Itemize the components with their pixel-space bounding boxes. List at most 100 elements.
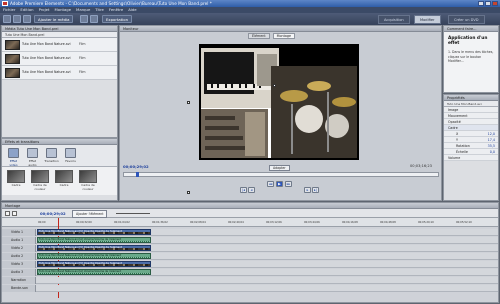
rewind-icon[interactable]: ◂◂ — [267, 181, 274, 187]
close-button[interactable] — [492, 1, 498, 6]
tab-capture[interactable]: Acquisition — [378, 15, 410, 24]
monitor-tabs: Élément Montage — [248, 33, 296, 39]
play-button[interactable]: ▶ — [276, 181, 283, 187]
property-label: Y — [456, 138, 459, 142]
tab-capture-label: Acquisition — [384, 18, 404, 22]
video-frame — [199, 44, 359, 160]
track-label: Vidéo 1 — [2, 229, 36, 236]
timeline-track[interactable]: Audio 3 Tuto Une Mon Band Nature.avi [A] … — [2, 269, 498, 276]
tab-timeline[interactable]: Montage — [272, 33, 296, 39]
track-label: Audio 1 — [2, 237, 36, 244]
playhead-indicator[interactable] — [136, 172, 139, 177]
timeline-current-time: 00;00;29;02 — [40, 211, 66, 216]
clip-label: Tuto Une Mon Band Nature.avi [A] Volume:… — [39, 238, 122, 241]
media-item[interactable]: Tuto Une Mon Band Nature.avi Film — [2, 38, 117, 52]
go-to-start-icon[interactable]: |◂ — [240, 187, 247, 193]
export-button[interactable]: Exportation — [102, 15, 133, 23]
minimize-button[interactable] — [478, 1, 484, 6]
transform-handle[interactable] — [187, 101, 190, 104]
timeline-ruler[interactable]: 00;00 00;00;32;00 00;01;04;02 00;01;36;02 00… — [2, 218, 498, 298]
tab-video-effects[interactable]: Effet vidéo — [6, 148, 21, 167]
clip-label: Tuto Une Mon Band Nature.avi [V] Opacité… — [39, 230, 122, 233]
audio-waveform — [38, 257, 150, 258]
favorites-icon — [65, 148, 76, 158]
tab-audio-effects-label: Effet audio — [28, 159, 37, 167]
video-clip[interactable]: Tuto Une Mon Band Nature.avi [V] Opacité… — [37, 229, 151, 235]
step-back-icon[interactable]: ◂ — [248, 187, 255, 193]
effect-item[interactable]: Cadre — [6, 170, 26, 187]
timeline-track[interactable]: Vidéo 2 Tuto Une Mon Band Nature.avi [V] … — [2, 245, 498, 252]
window-title: Adobe Premiere Elements - C:\Documents a… — [10, 1, 212, 6]
ruler-tick-label: 00;04;16;08 — [342, 221, 358, 224]
tab-favorites[interactable]: Favoris — [63, 148, 78, 163]
timeline-track[interactable]: Bande-son — [2, 285, 498, 292]
media-item[interactable]: Tuto Une Mon Band Nature.avi Film — [2, 66, 117, 80]
open-icon[interactable] — [23, 15, 31, 23]
main-toolbar: Ajouter le média Exportation Acquisition… — [0, 13, 500, 25]
monitor-scrubber[interactable] — [123, 172, 439, 177]
tab-dvd-label: Créer un DVD — [454, 18, 479, 22]
property-row[interactable]: Volume — [444, 155, 498, 161]
video-clip[interactable]: Tuto Une Mon Band Nature.avi [V] Opacité… — [37, 261, 151, 267]
timeline-tracks: Vidéo 1 Tuto Une Mon Band Nature.avi [V] … — [2, 227, 498, 299]
effect-thumbnail — [55, 170, 73, 183]
track-label: Vidéo 3 — [2, 261, 36, 268]
media-thumbnail — [5, 40, 20, 50]
ruler-tick-label: 00;02;40;04 — [228, 221, 244, 224]
ruler-tick-label: 00;04;48;08 — [380, 221, 396, 224]
tab-clip[interactable]: Élément — [248, 33, 270, 39]
track-label: Vidéo 2 — [2, 245, 36, 252]
transform-handle[interactable] — [273, 84, 276, 87]
tab-create-dvd[interactable]: Créer un DVD — [448, 15, 485, 24]
property-label: Cadre — [448, 126, 458, 130]
ruler-tick-label: 00;05;52;10 — [456, 221, 472, 224]
razor-tool-icon[interactable] — [12, 211, 17, 216]
timeline-track[interactable]: Audio 2 Tuto Une Mon Band Nature.avi [A] … — [2, 253, 498, 260]
tab-audio-effects[interactable]: Effet audio — [25, 148, 40, 167]
audio-clip[interactable]: Tuto Une Mon Band Nature.avi [A] Volume:… — [37, 253, 151, 259]
audio-clip[interactable]: Tuto Une Mon Band Nature.avi [A] Volume:… — [37, 237, 151, 243]
maximize-button[interactable] — [485, 1, 491, 6]
media-item-name: Tuto Une Mon Band Nature.avi — [22, 56, 71, 60]
ruler-tick-label: 00;01;36;02 — [152, 221, 168, 224]
selection-tool-icon[interactable] — [5, 211, 10, 216]
effect-item[interactable]: Cadre de couleur — [78, 170, 98, 191]
fit-dropdown[interactable]: Adapter — [269, 165, 290, 171]
track-label: Bande-son — [2, 285, 36, 292]
clip-label: Tuto Une Mon Band Nature.avi [V] Opacité… — [39, 246, 122, 249]
clip-label: Tuto Une Mon Band Nature.avi [A] Volume:… — [39, 270, 122, 273]
audio-effects-icon — [27, 148, 38, 158]
tab-transitions-label: Transition — [44, 159, 59, 163]
effect-item[interactable]: Cadre — [54, 170, 74, 187]
add-media-button[interactable]: Ajouter le média — [34, 15, 74, 23]
zoom-slider[interactable] — [116, 213, 150, 214]
redo-icon[interactable] — [90, 15, 98, 23]
video-preview[interactable] — [199, 44, 359, 160]
tab-edit[interactable]: Modifier — [414, 15, 441, 24]
go-to-end-icon[interactable]: ▸| — [312, 187, 319, 193]
monitor-header: Moniteur — [120, 26, 441, 32]
timeline-track[interactable]: Vidéo 1 Tuto Une Mon Band Nature.avi [V] … — [2, 229, 498, 236]
timeline-track[interactable]: Narration — [2, 277, 498, 284]
step-forward-icon[interactable]: ▸ — [304, 187, 311, 193]
effect-item[interactable]: Cadre de couleur — [30, 170, 50, 191]
fast-forward-icon[interactable]: ▸▸ — [285, 181, 292, 187]
property-label: Rotation — [456, 144, 470, 148]
transform-handle[interactable] — [187, 191, 190, 194]
save-icon[interactable] — [13, 15, 21, 23]
audio-clip[interactable]: Tuto Une Mon Band Nature.avi [A] Volume:… — [37, 269, 151, 275]
timeline-track[interactable]: Vidéo 3 Tuto Une Mon Band Nature.avi [V] … — [2, 261, 498, 268]
media-item[interactable]: Tuto Une Mon Band Nature.avi Film — [2, 52, 117, 66]
app-icon — [2, 1, 8, 6]
clip-label: Tuto Une Mon Band Nature.avi [A] Volume:… — [39, 254, 122, 257]
effect-item-label: Cadre — [59, 183, 69, 187]
video-clip[interactable]: Tuto Une Mon Band Nature.avi [V] Opacité… — [37, 245, 151, 251]
add-item-button[interactable]: Ajouter l'élément — [72, 210, 108, 218]
media-item-type: Film — [79, 42, 86, 46]
tab-transitions[interactable]: Transition — [44, 148, 59, 163]
media-item-name: Tuto Une Mon Band Nature.avi — [22, 70, 71, 74]
property-label: Image — [448, 108, 459, 112]
timeline-track[interactable]: Audio 1 Tuto Une Mon Band Nature.avi [A] … — [2, 237, 498, 244]
undo-icon[interactable] — [80, 15, 88, 23]
new-project-icon[interactable] — [3, 15, 11, 23]
